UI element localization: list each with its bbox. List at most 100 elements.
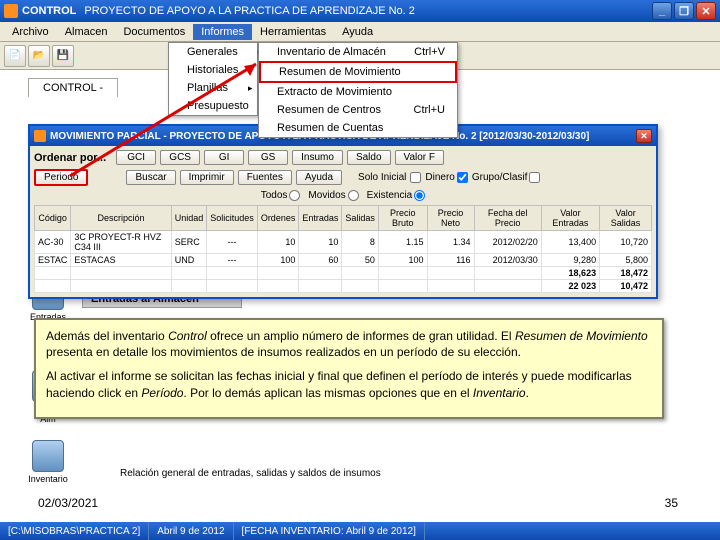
table-cell [342, 267, 379, 280]
table-cell: 1.34 [427, 231, 474, 254]
child-close-button[interactable]: ✕ [636, 129, 652, 143]
table-header[interactable]: Entradas [299, 206, 342, 231]
table-cell: 100 [257, 254, 299, 267]
new-button[interactable]: 📄 [4, 45, 26, 67]
table-header[interactable]: Código [35, 206, 71, 231]
dd-label: Generales [187, 46, 238, 58]
sub-resumen-centros[interactable]: Resumen de CentrosCtrl+U [259, 101, 457, 119]
table-cell [427, 267, 474, 280]
table-cell: 22 023 [541, 280, 599, 293]
sub-resumen-cuentas[interactable]: Resumen de Cuentas [259, 119, 457, 137]
table-cell: ESTAC [35, 254, 71, 267]
sidebar-inventario[interactable]: Inventario [18, 440, 78, 484]
table-row[interactable]: 18,62318,472 [35, 267, 652, 280]
sort-gi[interactable]: GI [204, 150, 244, 165]
dd-generales[interactable]: Generales [169, 43, 257, 61]
table-header[interactable]: Valor Entradas [541, 206, 599, 231]
menu-ayuda[interactable]: Ayuda [334, 24, 381, 40]
sub-inventario[interactable]: Inventario de AlmacénCtrl+V [259, 43, 457, 61]
generales-submenu: Inventario de AlmacénCtrl+V Resumen de M… [258, 42, 458, 138]
sub-label: Resumen de Movimiento [279, 66, 401, 78]
chk-dinero[interactable]: Dinero [425, 172, 467, 183]
table-header[interactable]: Fecha del Precio [474, 206, 541, 231]
periodo-button[interactable]: Periodo [34, 169, 88, 186]
table-header[interactable]: Unidad [171, 206, 207, 231]
table-header[interactable]: Valor Salidas [600, 206, 652, 231]
table-header[interactable]: Ordenes [257, 206, 299, 231]
radio-input[interactable] [414, 190, 425, 201]
radio-movidos[interactable]: Movidos [308, 190, 358, 201]
table-header[interactable]: Precio Bruto [378, 206, 427, 231]
solo-inicial-label: Solo Inicial [358, 172, 406, 183]
tab-control[interactable]: CONTROL - [28, 78, 118, 97]
close-button[interactable]: ✕ [696, 2, 716, 20]
menu-herramientas[interactable]: Herramientas [252, 24, 334, 40]
disk-icon: 💾 [57, 50, 69, 61]
imprimir-button[interactable]: Imprimir [180, 170, 234, 185]
table-cell [171, 280, 207, 293]
checkbox-input[interactable] [457, 172, 468, 183]
sort-gci[interactable]: GCI [116, 150, 156, 165]
radio-todos[interactable]: Todos [261, 190, 301, 201]
table-cell: 3C PROYECT-R HVZ C34 III [71, 231, 171, 254]
table-row[interactable]: ESTACESTACASUND---10060501001162012/03/3… [35, 254, 652, 267]
callout-p2: Al activar el informe se solicitan las f… [46, 368, 652, 400]
table-cell: 60 [299, 254, 342, 267]
save-button[interactable]: 💾 [52, 45, 74, 67]
menu-informes[interactable]: Informes [193, 24, 252, 40]
table-header[interactable]: Descripción [71, 206, 171, 231]
minimize-button[interactable]: _ [652, 2, 672, 20]
table-cell: 116 [427, 254, 474, 267]
menu-almacen[interactable]: Almacen [57, 24, 116, 40]
chk-grupo[interactable]: Grupo/Clasif [472, 172, 541, 183]
app-name: CONTROL [22, 5, 76, 17]
table-header[interactable]: Precio Neto [427, 206, 474, 231]
table-cell [378, 280, 427, 293]
sub-label: Resumen de Centros [277, 104, 381, 116]
open-button[interactable]: 📂 [28, 45, 50, 67]
footer-page: 35 [665, 496, 678, 510]
table-cell [342, 280, 379, 293]
sort-insumo[interactable]: Insumo [292, 150, 343, 165]
sort-gcs[interactable]: GCS [160, 150, 200, 165]
maximize-button[interactable]: ❐ [674, 2, 694, 20]
table-cell: 10,720 [600, 231, 652, 254]
statusbar: [C:\MISOBRAS\PRACTICA 2] Abril 9 de 2012… [0, 522, 720, 540]
app-icon [4, 4, 18, 18]
callout-box: Además del inventario Control ofrece un … [34, 318, 664, 419]
radio-input[interactable] [289, 190, 300, 201]
menu-archivo[interactable]: Archivo [4, 24, 57, 40]
checkbox-input[interactable] [410, 172, 421, 183]
sub-extracto[interactable]: Extracto de Movimiento [259, 83, 457, 101]
radio-label: Movidos [308, 190, 345, 201]
radio-input[interactable] [348, 190, 359, 201]
dd-planillas[interactable]: Planillas [169, 79, 257, 97]
table-cell: 18,623 [541, 267, 599, 280]
dd-presupuesto[interactable]: Presupuesto [169, 97, 257, 115]
table-cell: 8 [342, 231, 379, 254]
buscar-button[interactable]: Buscar [126, 170, 175, 185]
table-row[interactable]: AC-303C PROYECT-R HVZ C34 IIISERC---1010… [35, 231, 652, 254]
sort-saldo[interactable]: Saldo [347, 150, 391, 165]
table-header[interactable]: Salidas [342, 206, 379, 231]
table-header[interactable]: Solicitudes [207, 206, 258, 231]
table-cell: SERC [171, 231, 207, 254]
dd-historiales[interactable]: Historiales [169, 61, 257, 79]
table-cell: 2012/03/30 [474, 254, 541, 267]
callout-p1: Además del inventario Control ofrece un … [46, 328, 652, 360]
chk-solo-inicial[interactable] [410, 172, 421, 183]
table-cell: ESTACAS [71, 254, 171, 267]
table-row[interactable]: 22 02310,472 [35, 280, 652, 293]
sub-resumen-movimiento[interactable]: Resumen de Movimiento [259, 61, 457, 83]
table-cell: 50 [342, 254, 379, 267]
radio-existencia[interactable]: Existencia [367, 190, 426, 201]
ayuda-button[interactable]: Ayuda [296, 170, 342, 185]
sort-valorf[interactable]: Valor F [395, 150, 445, 165]
table-cell: --- [207, 254, 258, 267]
table-cell [35, 280, 71, 293]
sort-gs[interactable]: GS [248, 150, 288, 165]
table-cell [299, 280, 342, 293]
fuentes-button[interactable]: Fuentes [238, 170, 292, 185]
menu-documentos[interactable]: Documentos [115, 24, 193, 40]
checkbox-input[interactable] [529, 172, 540, 183]
